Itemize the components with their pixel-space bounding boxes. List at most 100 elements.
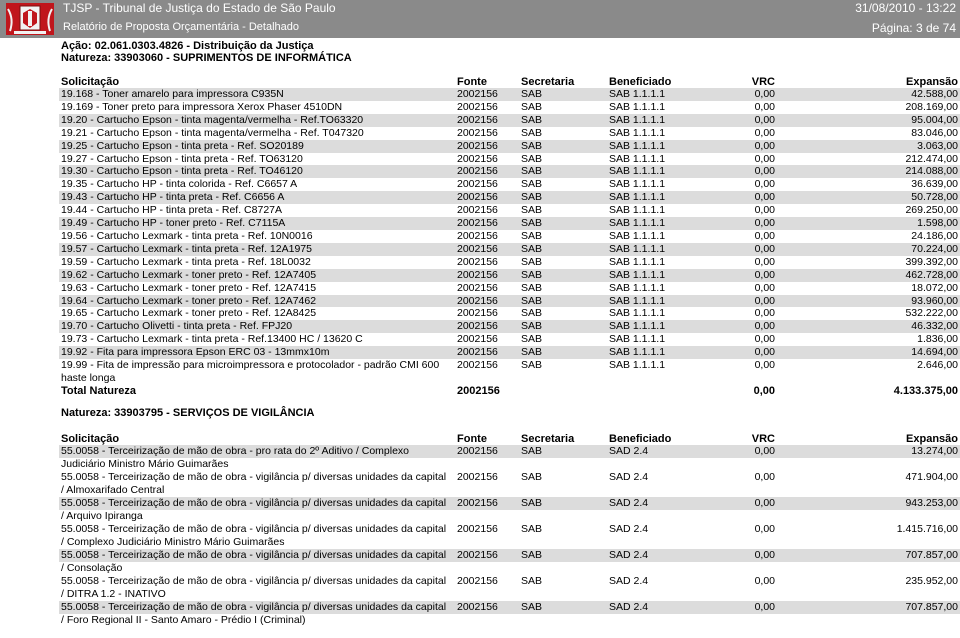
cell-beneficiado: SAB 1.1.1.1 xyxy=(609,229,666,242)
table-row-continuation: / Complexo Judiciário Ministro Mário Gui… xyxy=(59,536,960,549)
cell-expansao: 214.088,00 xyxy=(815,165,960,179)
cell-expansao: 95.004,00 xyxy=(815,113,960,127)
cell-beneficiado: SAB 1.1.1.1 xyxy=(607,217,735,230)
cell-fonte: 2002156 xyxy=(457,281,498,294)
cell-expansao: 93.960,00 xyxy=(815,294,960,308)
cell-fonte: 2002156 xyxy=(457,204,498,217)
cell-secretaria: SAB xyxy=(521,178,543,191)
total-cell-vrc: 0,00 xyxy=(753,384,775,397)
col-beneficiado: Beneficiado xyxy=(609,433,672,445)
cell-fonte: 2002156 xyxy=(455,165,519,179)
cell-fonte: 2002156 xyxy=(457,471,498,483)
cell-solicitacao: 19.168 - Toner amarelo para impressora C… xyxy=(59,88,455,101)
cell-secretaria: SAB xyxy=(519,88,607,101)
cell-vrc: 0,00 xyxy=(735,294,815,308)
cell-secretaria: SAB xyxy=(521,333,543,346)
cell-secretaria: SAB xyxy=(519,346,607,360)
table-row-continuation: Judiciário Ministro Mário Guimarães xyxy=(59,458,960,471)
cell-secretaria: SAB xyxy=(519,165,607,179)
cell-beneficiado: SAB 1.1.1.1 xyxy=(607,139,735,153)
table-row: 55.0058 - Terceirização de mão de obra -… xyxy=(59,601,960,614)
table-row: 55.0058 - Terceirização de mão de obra -… xyxy=(59,471,960,484)
cell-solicitacao: 55.0058 - Terceirização de mão de obra -… xyxy=(59,445,455,458)
cell-beneficiado: SAB 1.1.1.1 xyxy=(607,294,735,308)
cell-expansao: 14.694,00 xyxy=(815,346,960,360)
cell-secretaria: SAB xyxy=(521,471,543,483)
cell-beneficiado: SAB 1.1.1.1 xyxy=(609,333,666,346)
cell-solicitacao: 19.73 - Cartucho Lexmark - tinta preta -… xyxy=(61,333,363,346)
suprimentos-table: Solicitação Fonte Secretaria Beneficiado… xyxy=(59,76,960,398)
cell-solicitacao: 19.25 - Cartucho Epson - tinta preta - R… xyxy=(59,139,455,153)
empty-cell xyxy=(455,562,519,575)
cell-fonte: 2002156 xyxy=(457,333,498,346)
cell-beneficiado: SAD 2.4 xyxy=(607,497,735,510)
col-vrc: VRC xyxy=(751,433,775,445)
table-row: 19.35 - Cartucho HP - tinta colorida - R… xyxy=(59,178,960,191)
table-row-continuation: / Consolação xyxy=(59,562,960,575)
cell-beneficiado: SAB 1.1.1.1 xyxy=(609,100,666,113)
cell-secretaria: SAB xyxy=(519,320,607,334)
empty-cell xyxy=(607,536,735,549)
cell-fonte: 2002156 xyxy=(457,100,498,113)
cell-solicitacao: 19.49 - Cartucho HP - toner preto - Ref.… xyxy=(59,217,455,230)
cell-fonte: 2002156 xyxy=(455,191,519,205)
table-row: 55.0058 - Terceirização de mão de obra -… xyxy=(59,549,960,562)
table-row: 55.0058 - Terceirização de mão de obra -… xyxy=(59,523,960,536)
empty-cell xyxy=(607,510,735,523)
cell-fonte: 2002156 xyxy=(457,178,498,191)
empty-cell xyxy=(815,510,960,523)
cell-solicitacao: 19.56 - Cartucho Lexmark - tinta preta -… xyxy=(61,229,313,242)
cell-expansao: 1.415.716,00 xyxy=(896,523,958,535)
empty-cell xyxy=(519,536,607,549)
table-row: 19.73 - Cartucho Lexmark - tinta preta -… xyxy=(59,333,960,346)
cell-secretaria: SAB xyxy=(521,281,543,294)
cell-fonte: 2002156 xyxy=(455,497,519,510)
cell-beneficiado: SAD 2.4 xyxy=(607,549,735,562)
cell-beneficiado: SAD 2.4 xyxy=(609,575,649,587)
cell-vrc: 0,00 xyxy=(735,139,815,153)
cell-fonte: 2002156 xyxy=(455,346,519,360)
cell-solicitacao: 19.43 - Cartucho HP - tinta preta - Ref.… xyxy=(59,191,455,205)
cell-solicitacao: 19.57 - Cartucho Lexmark - tinta preta -… xyxy=(59,242,455,256)
cell-vrc: 0,00 xyxy=(735,320,815,334)
table-row: 19.168 - Toner amarelo para impressora C… xyxy=(59,88,960,101)
cell-vrc: 0,00 xyxy=(735,217,815,230)
cell-fonte: 2002156 xyxy=(455,139,519,153)
total-cell-beneficiado xyxy=(607,385,735,398)
cell-solicitacao: 19.70 - Cartucho Olivetti - tinta preta … xyxy=(59,320,455,334)
cell-fonte: 2002156 xyxy=(457,152,498,165)
cell-beneficiado: SAB 1.1.1.1 xyxy=(607,88,735,101)
total-cell-expansao: 4.133.375,00 xyxy=(893,384,958,397)
cell-expansao: 24.186,00 xyxy=(911,229,958,242)
cell-secretaria: SAB xyxy=(519,217,607,230)
empty-cell xyxy=(735,458,815,471)
empty-cell xyxy=(735,536,815,549)
cell-beneficiado: SAB 1.1.1.1 xyxy=(607,242,735,256)
cell-beneficiado: SAB 1.1.1.1 xyxy=(609,281,666,294)
cell-expansao: 471.904,00 xyxy=(905,471,958,483)
cell-expansao: 707.857,00 xyxy=(815,549,960,562)
empty-cell xyxy=(519,510,607,523)
cell-vrc: 0,00 xyxy=(754,229,775,242)
empty-cell xyxy=(519,562,607,575)
table-row: 19.30 - Cartucho Epson - tinta preta - R… xyxy=(59,165,960,179)
cell-fonte: 2002156 xyxy=(457,575,498,587)
natureza-heading: Natureza: 33903060 - SUPRIMENTOS DE INFO… xyxy=(61,52,352,64)
cell-vrc: 0,00 xyxy=(754,333,775,346)
cell-fonte: 2002156 xyxy=(455,320,519,334)
cell-vrc: 0,00 xyxy=(735,242,815,256)
cell-solicitacao-cont: / Arquivo Ipiranga xyxy=(61,510,143,522)
col-secretaria: Secretaria xyxy=(521,433,575,445)
empty-cell xyxy=(519,614,607,627)
table-row: 19.49 - Cartucho HP - toner preto - Ref.… xyxy=(59,217,960,230)
total-cell-fonte: 2002156 xyxy=(457,384,500,397)
table-row: 55.0058 - Terceirização de mão de obra -… xyxy=(59,575,960,588)
cell-fonte: 2002156 xyxy=(455,113,519,127)
cell-vrc: 0,00 xyxy=(754,575,775,587)
table-row: 55.0058 - Terceirização de mão de obra -… xyxy=(59,445,960,458)
table-row: 19.169 - Toner preto para impressora Xer… xyxy=(59,101,960,114)
cell-secretaria: SAB xyxy=(521,255,543,268)
cell-expansao: 50.728,00 xyxy=(815,191,960,205)
cell-beneficiado: SAD 2.4 xyxy=(609,523,649,535)
cell-secretaria: SAB xyxy=(521,152,543,165)
